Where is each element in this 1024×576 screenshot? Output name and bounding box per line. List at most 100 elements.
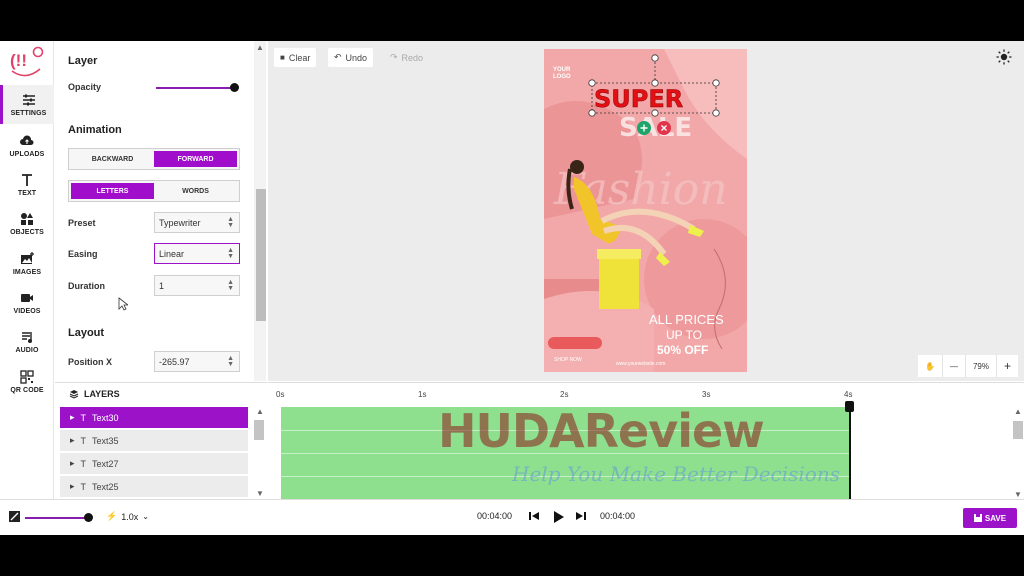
total-time: 00:04:00 bbox=[600, 511, 636, 521]
redo-button[interactable]: ↷ Redo bbox=[384, 48, 429, 67]
hand-icon: ✋ bbox=[925, 361, 935, 371]
layer-row[interactable]: ▸ T Text25 bbox=[60, 476, 248, 497]
timeline-zoom-handle[interactable] bbox=[84, 513, 93, 522]
settings-panel: Layer Opacity Animation BACKWARD FORWARD… bbox=[55, 41, 267, 381]
expand-arrow-icon[interactable]: ▸ bbox=[70, 481, 75, 492]
zoom-out-button[interactable]: — bbox=[943, 355, 966, 377]
design-artboard[interactable]: Fashion YOUR LOGO SUPER SALE ALL PRICES … bbox=[544, 49, 747, 372]
save-label: SAVE bbox=[984, 513, 1007, 523]
music-icon bbox=[22, 331, 32, 343]
backward-button[interactable]: BACKWARD bbox=[71, 151, 154, 167]
rail-qr-code[interactable]: QR CODE bbox=[0, 362, 54, 401]
position-x-input[interactable]: -265.97 ▲ ▼ bbox=[154, 351, 240, 372]
svg-text:50% OFF: 50% OFF bbox=[657, 343, 708, 357]
lightning-icon: ⚡ bbox=[106, 511, 118, 521]
timeline-tick: 3s bbox=[702, 390, 711, 399]
words-button[interactable]: WORDS bbox=[154, 183, 237, 199]
easing-select[interactable]: Linear ▲ ▼ bbox=[154, 243, 240, 264]
rail-text[interactable]: TEXT bbox=[0, 165, 54, 204]
shapes-icon bbox=[21, 212, 33, 225]
canvas-area: ■ Clear ↶ Undo ↷ Redo Fashion YOUR LOGO … bbox=[268, 41, 1024, 381]
chevron-updown-icon: ▲ ▼ bbox=[227, 247, 234, 260]
preset-select[interactable]: Typewriter ▲ ▼ bbox=[154, 212, 240, 233]
save-icon bbox=[973, 514, 982, 522]
animation-section-title: Animation bbox=[68, 124, 122, 136]
rail-settings[interactable]: SETTINGS bbox=[0, 85, 54, 124]
skip-forward-button[interactable] bbox=[576, 511, 586, 521]
stepper-icon[interactable]: ▲ ▼ bbox=[227, 355, 234, 368]
layer-name: Text27 bbox=[92, 458, 119, 469]
svg-text:SALE: SALE bbox=[619, 113, 692, 143]
layer-row[interactable]: ▸ T Text30 bbox=[60, 407, 248, 428]
rail-images[interactable]: IMAGES bbox=[0, 244, 54, 283]
current-time: 00:04:00 bbox=[477, 511, 513, 521]
layers-title: LAYERS bbox=[84, 389, 120, 399]
zoom-in-button[interactable]: + bbox=[997, 355, 1018, 377]
layers-panel: LAYERS ▸ T Text30 ▸ T Text35 ▸ T Text27 ▸ T … bbox=[55, 382, 267, 499]
scroll-down-icon[interactable]: ▼ bbox=[256, 489, 264, 498]
easing-label: Easing bbox=[68, 249, 98, 259]
duration-input[interactable]: 1 ▲ ▼ bbox=[154, 275, 240, 296]
clear-label: Clear bbox=[288, 52, 311, 63]
timeline-scrollbar[interactable]: ▲ ▼ bbox=[1012, 407, 1024, 500]
playhead-handle[interactable] bbox=[845, 401, 854, 412]
opacity-slider-track[interactable] bbox=[156, 87, 234, 89]
rail-uploads[interactable]: UPLOADS bbox=[0, 126, 54, 165]
layer-row[interactable]: ▸ T Text35 bbox=[60, 430, 248, 451]
sliders-icon bbox=[22, 94, 35, 105]
scroll-up-icon[interactable]: ▲ bbox=[256, 407, 264, 416]
direction-toggle: BACKWARD FORWARD bbox=[68, 148, 240, 170]
timeline-tick: 0s bbox=[276, 390, 285, 399]
chevron-down-icon: ⌄ bbox=[142, 512, 149, 521]
scrollbar-thumb[interactable] bbox=[256, 189, 266, 321]
zoom-controls: ✋ — 79% + bbox=[918, 355, 1018, 377]
play-icon bbox=[554, 511, 564, 523]
minus-icon: — bbox=[949, 361, 958, 371]
theme-toggle-icon[interactable] bbox=[996, 49, 1012, 65]
scrollbar-thumb[interactable] bbox=[1013, 421, 1023, 439]
rail-videos[interactable]: VIDEOS bbox=[0, 283, 54, 322]
rail-audio[interactable]: AUDIO bbox=[0, 322, 54, 361]
settings-scrollbar[interactable]: ▲ bbox=[254, 41, 266, 381]
undo-button[interactable]: ↶ Undo bbox=[328, 48, 374, 67]
scrollbar-thumb[interactable] bbox=[254, 420, 264, 440]
stepper-icon[interactable]: ▲ ▼ bbox=[227, 279, 234, 292]
expand-arrow-icon[interactable]: ▸ bbox=[70, 435, 75, 446]
scroll-up-icon[interactable]: ▲ bbox=[1014, 407, 1022, 416]
rail-label: AUDIO bbox=[15, 346, 39, 354]
hand-tool-button[interactable]: ✋ bbox=[918, 355, 943, 377]
rail-objects[interactable]: OBJECTS bbox=[0, 204, 54, 243]
clear-button[interactable]: ■ Clear bbox=[274, 48, 317, 67]
expand-arrow-icon[interactable]: ▸ bbox=[70, 412, 75, 423]
svg-text:SHOP NOW: SHOP NOW bbox=[554, 357, 582, 363]
expand-arrow-icon[interactable]: ▸ bbox=[70, 458, 75, 469]
timeline-tick: 4s bbox=[844, 390, 853, 399]
save-button[interactable]: SAVE bbox=[963, 508, 1017, 528]
scroll-up-icon[interactable]: ▲ bbox=[256, 43, 264, 52]
scroll-down-icon[interactable]: ▼ bbox=[1014, 490, 1022, 499]
rail-label: SETTINGS bbox=[10, 109, 47, 117]
speed-value: 1.0x bbox=[121, 511, 139, 522]
opacity-slider-handle[interactable] bbox=[230, 83, 239, 92]
layer-name: Text30 bbox=[92, 412, 119, 423]
layers-scrollbar[interactable]: ▲ ▼ bbox=[253, 407, 265, 499]
play-button[interactable] bbox=[553, 511, 565, 523]
svg-text:LOGO: LOGO bbox=[553, 74, 571, 80]
opacity-label: Opacity bbox=[68, 82, 102, 92]
letters-button[interactable]: LETTERS bbox=[71, 183, 154, 199]
watermark-tagline: Help You Make Better Decisions bbox=[512, 462, 840, 486]
mouse-cursor-icon bbox=[118, 297, 128, 311]
layer-row[interactable]: ▸ T Text27 bbox=[60, 453, 248, 474]
speed-select[interactable]: ⚡ 1.0x ⌄ bbox=[106, 511, 149, 522]
plus-icon: + bbox=[1003, 359, 1011, 373]
skip-back-button[interactable] bbox=[529, 511, 539, 521]
text-layer-icon: T bbox=[80, 481, 87, 492]
timeline-zoom-slider[interactable] bbox=[25, 517, 89, 519]
left-rail: (!! SETTINGS UPLOADS TEXT OBJECTS IMAGES… bbox=[0, 41, 54, 499]
layer-section-title: Layer bbox=[68, 55, 98, 67]
timeline-zoom-icon bbox=[9, 511, 20, 522]
skip-back-icon bbox=[529, 512, 539, 520]
forward-button[interactable]: FORWARD bbox=[154, 151, 237, 167]
artboard-graphics: Fashion YOUR LOGO SUPER SALE ALL PRICES … bbox=[544, 49, 747, 372]
duration-value: 1 bbox=[159, 281, 165, 291]
